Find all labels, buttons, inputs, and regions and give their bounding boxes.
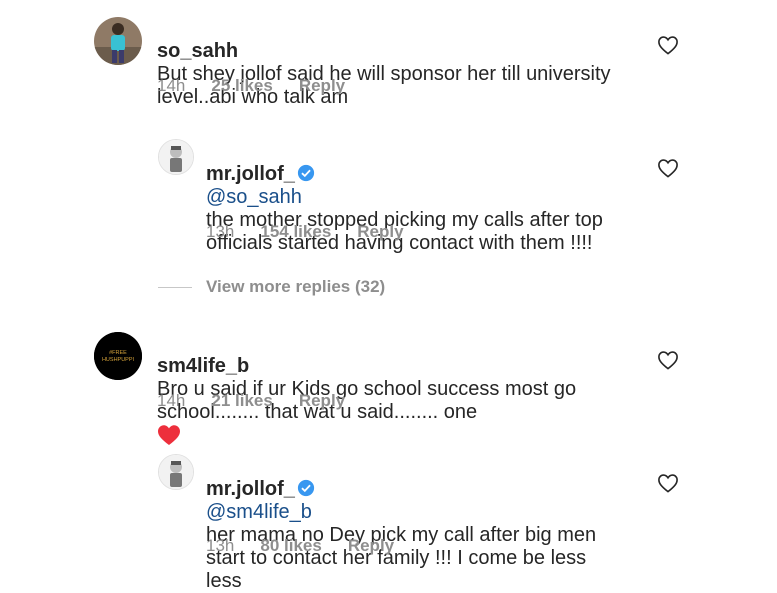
like-heart-icon[interactable] <box>657 350 679 370</box>
comment-username[interactable]: mr.jollof_ <box>206 163 295 185</box>
comment-likes[interactable]: 80 likes <box>260 536 321 556</box>
comment-text: sm4life_b Bro u said if ur Kids go schoo… <box>157 332 627 448</box>
comment-likes[interactable]: 21 likes <box>211 391 272 411</box>
comment-username[interactable]: so_sahh <box>157 40 238 62</box>
like-heart-icon[interactable] <box>657 35 679 55</box>
comment-likes[interactable]: 154 likes <box>260 222 331 242</box>
verified-badge-icon <box>297 479 315 497</box>
comment-meta: 14h 25 likes Reply <box>157 76 345 96</box>
comment-likes[interactable]: 25 likes <box>211 76 272 96</box>
red-heart-emoji-icon <box>158 425 180 445</box>
mention-link[interactable]: @sm4life_b <box>206 501 312 523</box>
reply-button[interactable]: Reply <box>299 391 345 411</box>
comment-meta: 13h 154 likes Reply <box>206 222 404 242</box>
comment-time: 13h <box>206 222 235 241</box>
comment-meta: 14h 21 likes Reply <box>157 391 345 411</box>
reply-button[interactable]: Reply <box>348 536 394 556</box>
comment-body: her mama no Dey pick my call after big m… <box>206 524 597 592</box>
avatar[interactable] <box>158 454 194 490</box>
svg-text:#FREE: #FREE <box>109 350 127 356</box>
comment-username[interactable]: mr.jollof_ <box>206 478 295 500</box>
comment-meta: 13h 80 likes Reply <box>206 536 394 556</box>
view-more-divider <box>158 287 192 288</box>
like-heart-icon[interactable] <box>657 158 679 178</box>
avatar[interactable] <box>94 17 142 65</box>
comment-time: 13h <box>206 536 235 555</box>
verified-badge-icon <box>297 164 315 182</box>
reply-text: mr.jollof_ @sm4life_b her mama no Dey pi… <box>206 455 616 593</box>
mention-link[interactable]: @so_sahh <box>206 186 302 208</box>
svg-text:HUSHPUPPI: HUSHPUPPI <box>102 357 135 363</box>
comment-time: 14h <box>157 76 186 95</box>
like-heart-icon[interactable] <box>657 473 679 493</box>
reply-button[interactable]: Reply <box>357 222 403 242</box>
comment-username[interactable]: sm4life_b <box>157 355 249 377</box>
comment-time: 14h <box>157 391 186 410</box>
view-more-replies-button[interactable]: View more replies (32) <box>206 277 385 297</box>
reply-button[interactable]: Reply <box>299 76 345 96</box>
avatar[interactable]: #FREE HUSHPUPPI <box>94 332 142 380</box>
avatar[interactable] <box>158 139 194 175</box>
